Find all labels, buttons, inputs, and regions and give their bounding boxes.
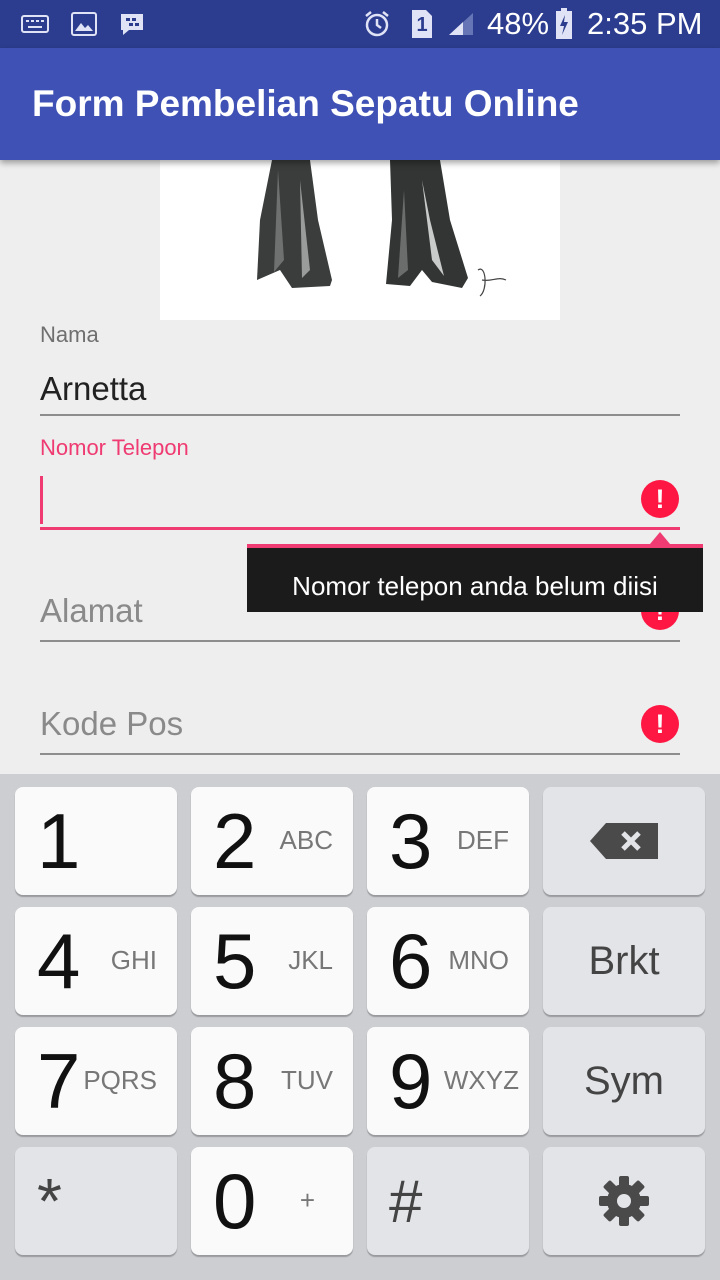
- tooltip-arrow: [650, 532, 670, 544]
- key-digit: 7: [37, 1037, 81, 1125]
- app-title: Form Pembelian Sepatu Online: [32, 83, 579, 124]
- key-digit: 6: [389, 917, 433, 1005]
- numeric-keyboard: 1 2 ABC 3 DEF 4 GHI 5 JKL 6 MNO Brkt 7 P…: [0, 774, 720, 1280]
- alamat-input[interactable]: Alamat: [40, 592, 143, 630]
- nama-label: Nama: [40, 322, 99, 347]
- brkt-label: Brkt: [588, 938, 660, 983]
- key-digit: 9: [389, 1037, 433, 1125]
- key-letters: JKL: [288, 945, 333, 975]
- signal-icon: [446, 0, 476, 48]
- key-letters: DEF: [457, 825, 509, 855]
- key-1[interactable]: 1: [15, 787, 177, 895]
- sym-key[interactable]: Sym: [543, 1027, 705, 1135]
- battery-charging-icon: [554, 0, 574, 48]
- telepon-underline: [40, 527, 680, 530]
- kodepos-underline: [40, 753, 680, 755]
- key-digit: 5: [213, 917, 257, 1005]
- sym-label: Sym: [584, 1058, 664, 1103]
- hash-label: #: [389, 1167, 423, 1235]
- key-letters: WXYZ: [443, 1065, 519, 1095]
- key-7[interactable]: 7 PQRS: [15, 1027, 177, 1135]
- nama-underline: [40, 414, 680, 416]
- sim-badge: 1: [416, 14, 428, 36]
- backspace-icon: [543, 787, 705, 895]
- form-content: Nama Arnetta Nomor Telepon ! Nomor telep…: [0, 160, 720, 774]
- key-0[interactable]: 0 +: [191, 1147, 353, 1255]
- star-label: *: [37, 1165, 62, 1237]
- alamat-underline: [40, 640, 680, 642]
- key-letters: GHI: [110, 945, 157, 975]
- status-bar: 1 48% 2:35 PM: [0, 0, 720, 48]
- telepon-error-icon[interactable]: !: [641, 480, 679, 518]
- text-cursor: [40, 476, 43, 524]
- key-5[interactable]: 5 JKL: [191, 907, 353, 1015]
- key-letters: MNO: [448, 945, 509, 975]
- key-digit: 2: [213, 797, 257, 885]
- key-digit: 4: [37, 917, 81, 1005]
- gallery-icon: [70, 0, 98, 48]
- key-3[interactable]: 3 DEF: [367, 787, 529, 895]
- error-tooltip: Nomor telepon anda belum diisi: [247, 544, 703, 612]
- key-digit: 3: [389, 797, 433, 885]
- telepon-input[interactable]: [40, 478, 630, 526]
- shoe-image: [160, 160, 560, 320]
- hash-key[interactable]: #: [367, 1147, 529, 1255]
- star-key[interactable]: *: [15, 1147, 177, 1255]
- alarm-icon: [362, 0, 392, 48]
- gear-icon: [543, 1147, 705, 1255]
- battery-percent: 48%: [487, 6, 550, 41]
- key-digit: 0: [213, 1157, 257, 1245]
- key-letters: ABC: [279, 825, 333, 855]
- settings-key[interactable]: [543, 1147, 705, 1255]
- key-6[interactable]: 6 MNO: [367, 907, 529, 1015]
- key-8[interactable]: 8 TUV: [191, 1027, 353, 1135]
- clock: 2:35 PM: [587, 6, 703, 41]
- key-letters: +: [299, 1185, 315, 1215]
- app-bar: Form Pembelian Sepatu Online: [0, 48, 720, 160]
- brkt-key[interactable]: Brkt: [543, 907, 705, 1015]
- backspace-key[interactable]: [543, 787, 705, 895]
- key-2[interactable]: 2 ABC: [191, 787, 353, 895]
- kodepos-error-icon[interactable]: !: [641, 705, 679, 743]
- keyboard-icon: [20, 0, 50, 48]
- sim-icon: 1: [410, 0, 434, 48]
- nama-input[interactable]: Arnetta: [40, 370, 146, 408]
- telepon-label: Nomor Telepon: [40, 435, 189, 460]
- bbm-icon: [118, 0, 146, 48]
- key-digit: 1: [37, 797, 81, 885]
- key-digit: 8: [213, 1037, 257, 1125]
- key-letters: TUV: [281, 1065, 333, 1095]
- kodepos-input[interactable]: Kode Pos: [40, 705, 183, 743]
- key-letters: PQRS: [83, 1065, 157, 1095]
- key-9[interactable]: 9 WXYZ: [367, 1027, 529, 1135]
- key-4[interactable]: 4 GHI: [15, 907, 177, 1015]
